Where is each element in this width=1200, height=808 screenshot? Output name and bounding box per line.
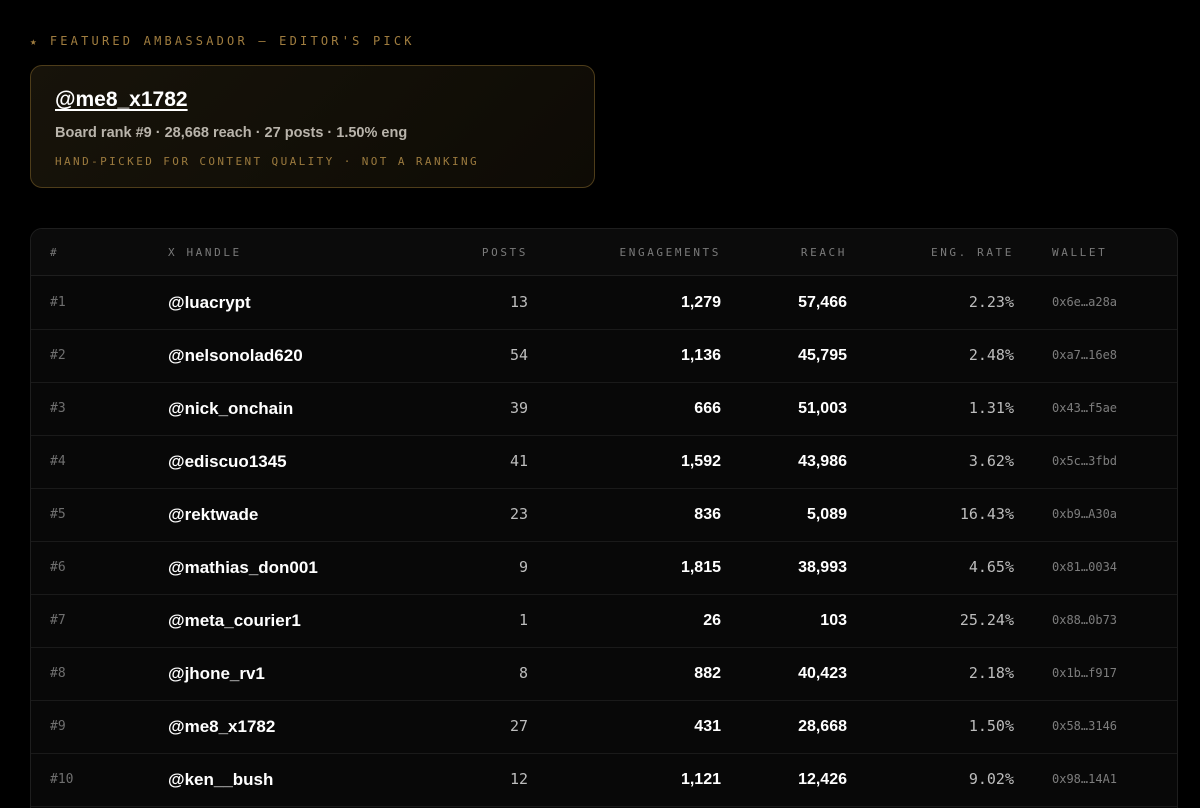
- column-header-posts: POSTS: [481, 246, 528, 259]
- star-icon: ★: [30, 35, 40, 48]
- column-header-eng-rate: ENG. RATE: [930, 246, 1014, 259]
- reach-cell: 51,003: [798, 400, 847, 417]
- wallet-cell[interactable]: 0x1b…f917: [1052, 647, 1117, 700]
- column-header-handle: X HANDLE: [168, 246, 242, 259]
- rank-cell: #6: [50, 560, 66, 575]
- rank-cell: #9: [50, 719, 66, 734]
- table-row[interactable]: #5 @rektwade 23 836 5,089 16.43% 0xb9…A3…: [31, 488, 1177, 542]
- posts-cell: 1: [518, 611, 528, 629]
- wallet-cell[interactable]: 0x43…f5ae: [1052, 382, 1117, 435]
- table-header: # X HANDLE POSTS ENGAGEMENTS REACH ENG. …: [31, 229, 1177, 276]
- eng-rate-cell: 2.18%: [968, 664, 1014, 682]
- reach-cell: 38,993: [798, 559, 847, 576]
- posts-cell: 27: [509, 717, 528, 735]
- engagements-cell: 1,136: [680, 347, 721, 364]
- table-row[interactable]: #7 @meta_courier1 1 26 103 25.24% 0x88…0…: [31, 594, 1177, 648]
- rank-cell: #2: [50, 348, 66, 363]
- posts-cell: 12: [509, 770, 528, 788]
- rank-cell: #3: [50, 401, 66, 416]
- posts-cell: 8: [518, 664, 528, 682]
- engagements-cell: 882: [694, 665, 721, 682]
- engagements-cell: 1,815: [680, 559, 721, 576]
- wallet-cell[interactable]: 0x5c…3fbd: [1052, 435, 1117, 488]
- table-row[interactable]: #3 @nick_onchain 39 666 51,003 1.31% 0x4…: [31, 382, 1177, 436]
- eng-rate-cell: 2.23%: [968, 293, 1014, 311]
- eng-rate-cell: 9.02%: [968, 770, 1014, 788]
- wallet-cell[interactable]: 0x6e…a28a: [1052, 276, 1117, 329]
- handle-cell[interactable]: @jhone_rv1: [168, 647, 265, 700]
- featured-kicker-label: FEATURED AMBASSADOR — EDITOR'S PICK: [49, 34, 415, 48]
- reach-cell: 103: [820, 612, 847, 629]
- posts-cell: 54: [509, 346, 528, 364]
- eng-rate-cell: 3.62%: [968, 452, 1014, 470]
- table-row[interactable]: #4 @ediscuo1345 41 1,592 43,986 3.62% 0x…: [31, 435, 1177, 489]
- handle-cell[interactable]: @meta_courier1: [168, 594, 301, 647]
- featured-ambassador-card: @me8_x1782 Board rank #9 · 28,668 reach …: [30, 65, 595, 188]
- engagements-cell: 1,279: [680, 294, 721, 311]
- handle-cell[interactable]: @luacrypt: [168, 276, 251, 329]
- column-header-rank: #: [50, 246, 60, 259]
- handle-cell[interactable]: @ediscuo1345: [168, 435, 287, 488]
- handle-cell[interactable]: @me8_x1782: [168, 700, 275, 753]
- engagements-cell: 1,592: [680, 453, 721, 470]
- engagements-cell: 1,121: [680, 771, 721, 788]
- eng-rate-cell: 2.48%: [968, 346, 1014, 364]
- featured-stats: Board rank #9 · 28,668 reach · 27 posts …: [55, 125, 408, 141]
- wallet-cell[interactable]: 0x81…0034: [1052, 541, 1117, 594]
- handle-cell[interactable]: @rektwade: [168, 488, 258, 541]
- posts-cell: 13: [509, 293, 528, 311]
- column-header-wallet: WALLET: [1052, 246, 1108, 259]
- posts-cell: 39: [509, 399, 528, 417]
- featured-kicker: ★ FEATURED AMBASSADOR — EDITOR'S PICK: [30, 34, 415, 48]
- eng-rate-cell: 25.24%: [959, 611, 1014, 629]
- reach-cell: 12,426: [798, 771, 847, 788]
- posts-cell: 23: [509, 505, 528, 523]
- table-row[interactable]: #10 @ken__bush 12 1,121 12,426 9.02% 0x9…: [31, 753, 1177, 807]
- eng-rate-cell: 16.43%: [959, 505, 1014, 523]
- reach-cell: 40,423: [798, 665, 847, 682]
- table-row[interactable]: #6 @mathias_don001 9 1,815 38,993 4.65% …: [31, 541, 1177, 595]
- table-row[interactable]: #1 @luacrypt 13 1,279 57,466 2.23% 0x6e……: [31, 276, 1177, 330]
- rank-cell: #4: [50, 454, 66, 469]
- engagements-cell: 666: [694, 400, 721, 417]
- reach-cell: 57,466: [798, 294, 847, 311]
- handle-cell[interactable]: @nick_onchain: [168, 382, 293, 435]
- wallet-cell[interactable]: 0xa7…16e8: [1052, 329, 1117, 382]
- wallet-cell[interactable]: 0x88…0b73: [1052, 594, 1117, 647]
- engagements-cell: 26: [703, 612, 721, 629]
- column-header-engagements: ENGAGEMENTS: [619, 246, 721, 259]
- handle-cell[interactable]: @mathias_don001: [168, 541, 318, 594]
- reach-cell: 5,089: [806, 506, 847, 523]
- rank-cell: #5: [50, 507, 66, 522]
- rank-cell: #1: [50, 295, 66, 310]
- reach-cell: 45,795: [798, 347, 847, 364]
- featured-handle-link[interactable]: @me8_x1782: [55, 88, 188, 112]
- eng-rate-cell: 4.65%: [968, 558, 1014, 576]
- table-row[interactable]: #8 @jhone_rv1 8 882 40,423 2.18% 0x1b…f9…: [31, 647, 1177, 701]
- column-header-reach: REACH: [800, 246, 847, 259]
- featured-note: HAND-PICKED FOR CONTENT QUALITY · NOT A …: [55, 155, 480, 168]
- reach-cell: 43,986: [798, 453, 847, 470]
- handle-cell[interactable]: @nelsonolad620: [168, 329, 303, 382]
- posts-cell: 9: [518, 558, 528, 576]
- reach-cell: 28,668: [798, 718, 847, 735]
- posts-cell: 41: [509, 452, 528, 470]
- engagements-cell: 431: [694, 718, 721, 735]
- rank-cell: #10: [50, 772, 74, 787]
- rank-cell: #7: [50, 613, 66, 628]
- eng-rate-cell: 1.31%: [968, 399, 1014, 417]
- table-row[interactable]: #2 @nelsonolad620 54 1,136 45,795 2.48% …: [31, 329, 1177, 383]
- page: ★ FEATURED AMBASSADOR — EDITOR'S PICK @me…: [0, 0, 1200, 808]
- leaderboard-table: # X HANDLE POSTS ENGAGEMENTS REACH ENG. …: [30, 228, 1178, 808]
- engagements-cell: 836: [694, 506, 721, 523]
- handle-cell[interactable]: @ken__bush: [168, 753, 273, 806]
- wallet-cell[interactable]: 0x58…3146: [1052, 700, 1117, 753]
- eng-rate-cell: 1.50%: [968, 717, 1014, 735]
- wallet-cell[interactable]: 0xb9…A30a: [1052, 488, 1117, 541]
- wallet-cell[interactable]: 0x98…14A1: [1052, 753, 1117, 806]
- table-row[interactable]: #9 @me8_x1782 27 431 28,668 1.50% 0x58…3…: [31, 700, 1177, 754]
- rank-cell: #8: [50, 666, 66, 681]
